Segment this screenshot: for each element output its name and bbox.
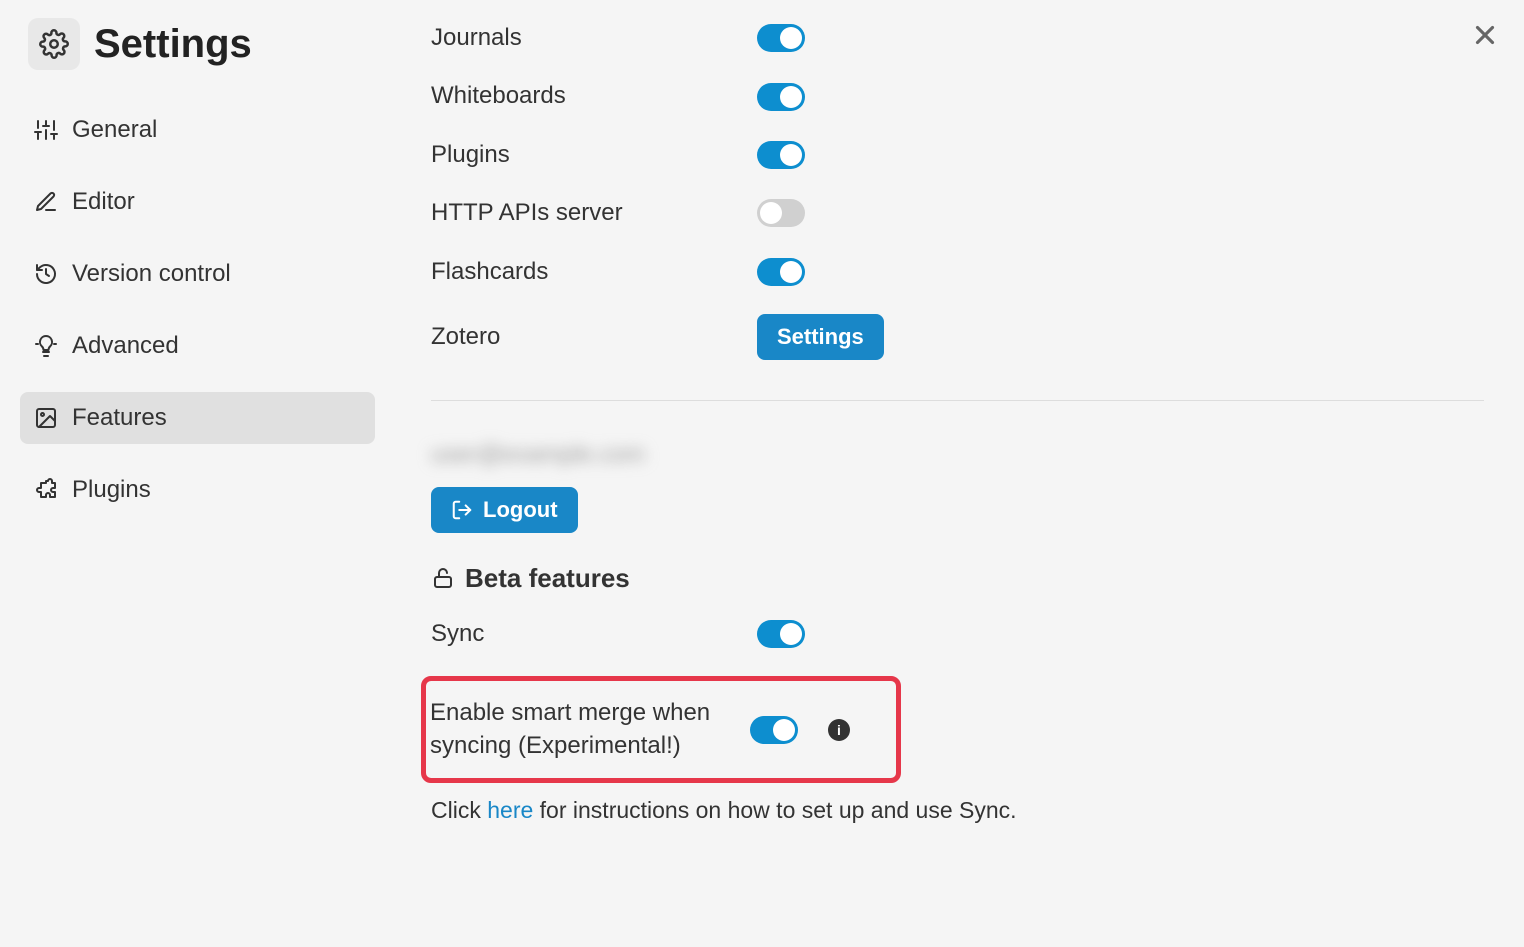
sync-instructions: Click here for instructions on how to se… bbox=[431, 797, 1484, 824]
setting-label: Sync bbox=[431, 618, 757, 650]
sidebar-item-general[interactable]: General bbox=[20, 104, 375, 156]
sidebar-item-label: Plugins bbox=[72, 476, 151, 504]
sync-instructions-link[interactable]: here bbox=[487, 797, 533, 823]
puzzle-icon bbox=[34, 478, 58, 502]
toggle-smart-merge[interactable] bbox=[750, 716, 798, 744]
toggle-http-apis[interactable] bbox=[757, 199, 805, 227]
button-label: Settings bbox=[777, 324, 864, 350]
settings-main: Journals Whiteboards Plugins HTTP APIs s… bbox=[395, 0, 1524, 947]
sidebar-item-advanced[interactable]: Advanced bbox=[20, 320, 375, 372]
sidebar-item-label: Features bbox=[72, 404, 167, 432]
toggle-journals[interactable] bbox=[757, 24, 805, 52]
setting-row-whiteboards: Whiteboards bbox=[431, 80, 1484, 112]
setting-label: Enable smart merge when syncing (Experim… bbox=[430, 697, 750, 762]
history-icon bbox=[34, 262, 58, 286]
setting-label: Plugins bbox=[431, 139, 757, 171]
beta-features-header: Beta features bbox=[431, 563, 1484, 594]
unlock-icon bbox=[431, 566, 455, 590]
text: Click bbox=[431, 797, 487, 823]
setting-row-zotero: Zotero Settings bbox=[431, 314, 1484, 360]
setting-row-journals: Journals bbox=[431, 22, 1484, 54]
toggle-flashcards[interactable] bbox=[757, 258, 805, 286]
setting-label: Zotero bbox=[431, 321, 757, 353]
setting-label: Whiteboards bbox=[431, 80, 757, 112]
sidebar-header: Settings bbox=[20, 18, 375, 70]
edit-icon bbox=[34, 190, 58, 214]
sidebar-item-editor[interactable]: Editor bbox=[20, 176, 375, 228]
toggle-plugins[interactable] bbox=[757, 141, 805, 169]
setting-row-plugins: Plugins bbox=[431, 139, 1484, 171]
image-icon bbox=[34, 406, 58, 430]
gear-icon bbox=[28, 18, 80, 70]
section-divider bbox=[431, 400, 1484, 401]
highlight-smart-merge: Enable smart merge when syncing (Experim… bbox=[421, 676, 901, 783]
setting-label: Journals bbox=[431, 22, 757, 54]
close-button[interactable] bbox=[1470, 20, 1500, 50]
lightbulb-icon bbox=[34, 334, 58, 358]
toggle-sync[interactable] bbox=[757, 620, 805, 648]
sidebar-item-features[interactable]: Features bbox=[20, 392, 375, 444]
setting-row-http-apis: HTTP APIs server bbox=[431, 197, 1484, 229]
sidebar-item-plugins[interactable]: Plugins bbox=[20, 464, 375, 516]
sidebar-item-label: Advanced bbox=[72, 332, 179, 360]
logout-button[interactable]: Logout bbox=[431, 487, 578, 533]
info-icon[interactable]: i bbox=[828, 719, 850, 741]
setting-row-smart-merge: Enable smart merge when syncing (Experim… bbox=[430, 697, 884, 762]
account-email-masked: user@example.com bbox=[431, 441, 1484, 469]
text: for instructions on how to set up and us… bbox=[533, 797, 1016, 823]
setting-row-flashcards: Flashcards bbox=[431, 256, 1484, 288]
sidebar-item-version-control[interactable]: Version control bbox=[20, 248, 375, 300]
setting-label: Flashcards bbox=[431, 256, 757, 288]
page-title: Settings bbox=[94, 22, 252, 67]
beta-title: Beta features bbox=[465, 563, 630, 594]
close-icon bbox=[1470, 20, 1500, 50]
logout-icon bbox=[451, 499, 473, 521]
sidebar-item-label: Version control bbox=[72, 260, 231, 288]
sidebar-item-label: Editor bbox=[72, 188, 135, 216]
sliders-icon bbox=[34, 118, 58, 142]
setting-label: HTTP APIs server bbox=[431, 197, 757, 229]
sidebar-item-label: General bbox=[72, 116, 157, 144]
zotero-settings-button[interactable]: Settings bbox=[757, 314, 884, 360]
setting-row-sync: Sync bbox=[431, 618, 1484, 650]
toggle-whiteboards[interactable] bbox=[757, 83, 805, 111]
button-label: Logout bbox=[483, 497, 558, 523]
settings-sidebar: Settings General Editor bbox=[0, 0, 395, 947]
